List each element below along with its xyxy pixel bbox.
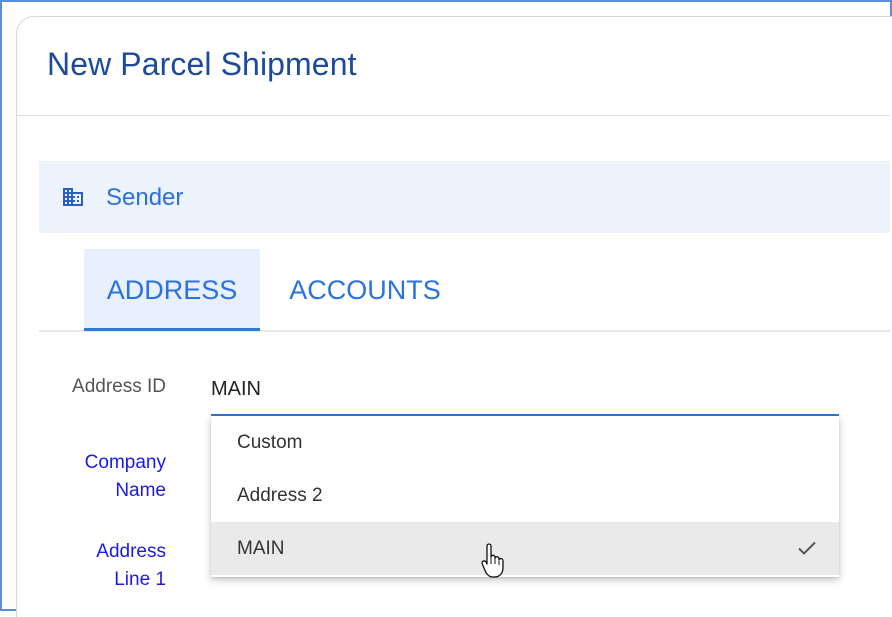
sender-section-label: Sender: [106, 184, 184, 211]
address-id-dropdown-menu: Custom Address 2 MAIN: [211, 416, 839, 577]
check-icon: [798, 541, 816, 555]
company-name-label-line1: Company: [84, 452, 166, 473]
address-line1-label-line1: Address: [96, 541, 166, 562]
address-id-label: Address ID: [72, 376, 166, 397]
dropdown-option-main[interactable]: MAIN: [211, 522, 839, 575]
dropdown-option-address-2[interactable]: Address 2: [211, 469, 839, 522]
building-icon: [63, 188, 83, 206]
title-divider: [17, 115, 890, 116]
tab-accounts[interactable]: ACCOUNTS: [274, 249, 456, 331]
address-line1-label-line2: Line 1: [114, 569, 166, 590]
dropdown-option-main-label: MAIN: [237, 538, 285, 559]
company-name-label-line2: Name: [115, 480, 166, 501]
dropdown-option-custom[interactable]: Custom: [211, 416, 839, 469]
active-tab-indicator: [84, 328, 260, 331]
address-id-select[interactable]: MAIN: [211, 378, 261, 401]
tab-address[interactable]: ADDRESS: [84, 249, 260, 331]
page-title: New Parcel Shipment: [47, 46, 357, 82]
hand-pointer-icon: [481, 543, 504, 578]
